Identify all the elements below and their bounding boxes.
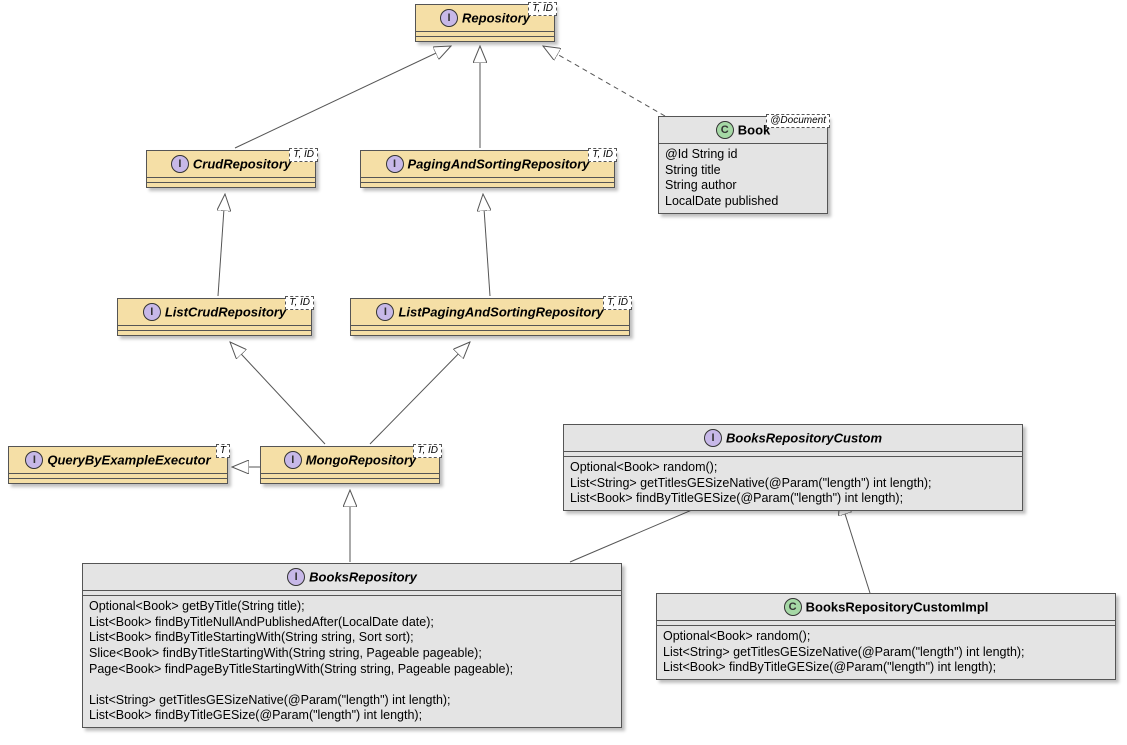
stereotype: T, ID xyxy=(289,148,318,162)
interface-icon: I xyxy=(171,155,189,173)
stereotype: T, ID xyxy=(603,296,632,310)
interface-icon: I xyxy=(287,568,305,586)
node-books-repository: IBooksRepository Optional<Book> getByTit… xyxy=(82,563,622,728)
stereotype: T, ID xyxy=(588,148,617,162)
stereotype: T, ID xyxy=(285,296,314,310)
interface-icon: I xyxy=(143,303,161,321)
interface-icon: I xyxy=(440,9,458,27)
node-qbe: T IQueryByExampleExecutor xyxy=(8,446,228,484)
custom-members: Optional<Book> random(); List<String> ge… xyxy=(564,457,1022,510)
stereotype: @Document xyxy=(766,114,830,128)
booksrepo-members: Optional<Book> getByTitle(String title);… xyxy=(83,596,621,727)
node-list-crud-repository: T, ID IListCrudRepository xyxy=(117,298,312,336)
node-book: @Document CBook @Id String id String tit… xyxy=(658,116,828,214)
node-books-repository-custom-impl: CBooksRepositoryCustomImpl Optional<Book… xyxy=(656,593,1116,680)
node-repository: T, ID IRepository xyxy=(415,4,555,42)
node-books-repository-custom: IBooksRepositoryCustom Optional<Book> ra… xyxy=(563,424,1023,511)
stereotype: T xyxy=(216,444,230,458)
node-crud-repository: T, ID ICrudRepository xyxy=(146,150,316,188)
class-icon: C xyxy=(784,598,802,616)
class-icon: C xyxy=(716,121,734,139)
node-mongo-repository: T, ID IMongoRepository xyxy=(260,446,440,484)
interface-icon: I xyxy=(704,429,722,447)
interface-icon: I xyxy=(284,451,302,469)
book-members: @Id String id String title String author… xyxy=(659,144,827,213)
customimpl-members: Optional<Book> random(); List<String> ge… xyxy=(657,626,1115,679)
node-paging-repository: T, ID IPagingAndSortingRepository xyxy=(360,150,615,188)
node-list-paging-repository: T, ID IListPagingAndSortingRepository xyxy=(350,298,630,336)
interface-icon: I xyxy=(386,155,404,173)
interface-icon: I xyxy=(25,451,43,469)
stereotype: T, ID xyxy=(413,444,442,458)
stereotype: T, ID xyxy=(528,2,557,16)
interface-icon: I xyxy=(376,303,394,321)
